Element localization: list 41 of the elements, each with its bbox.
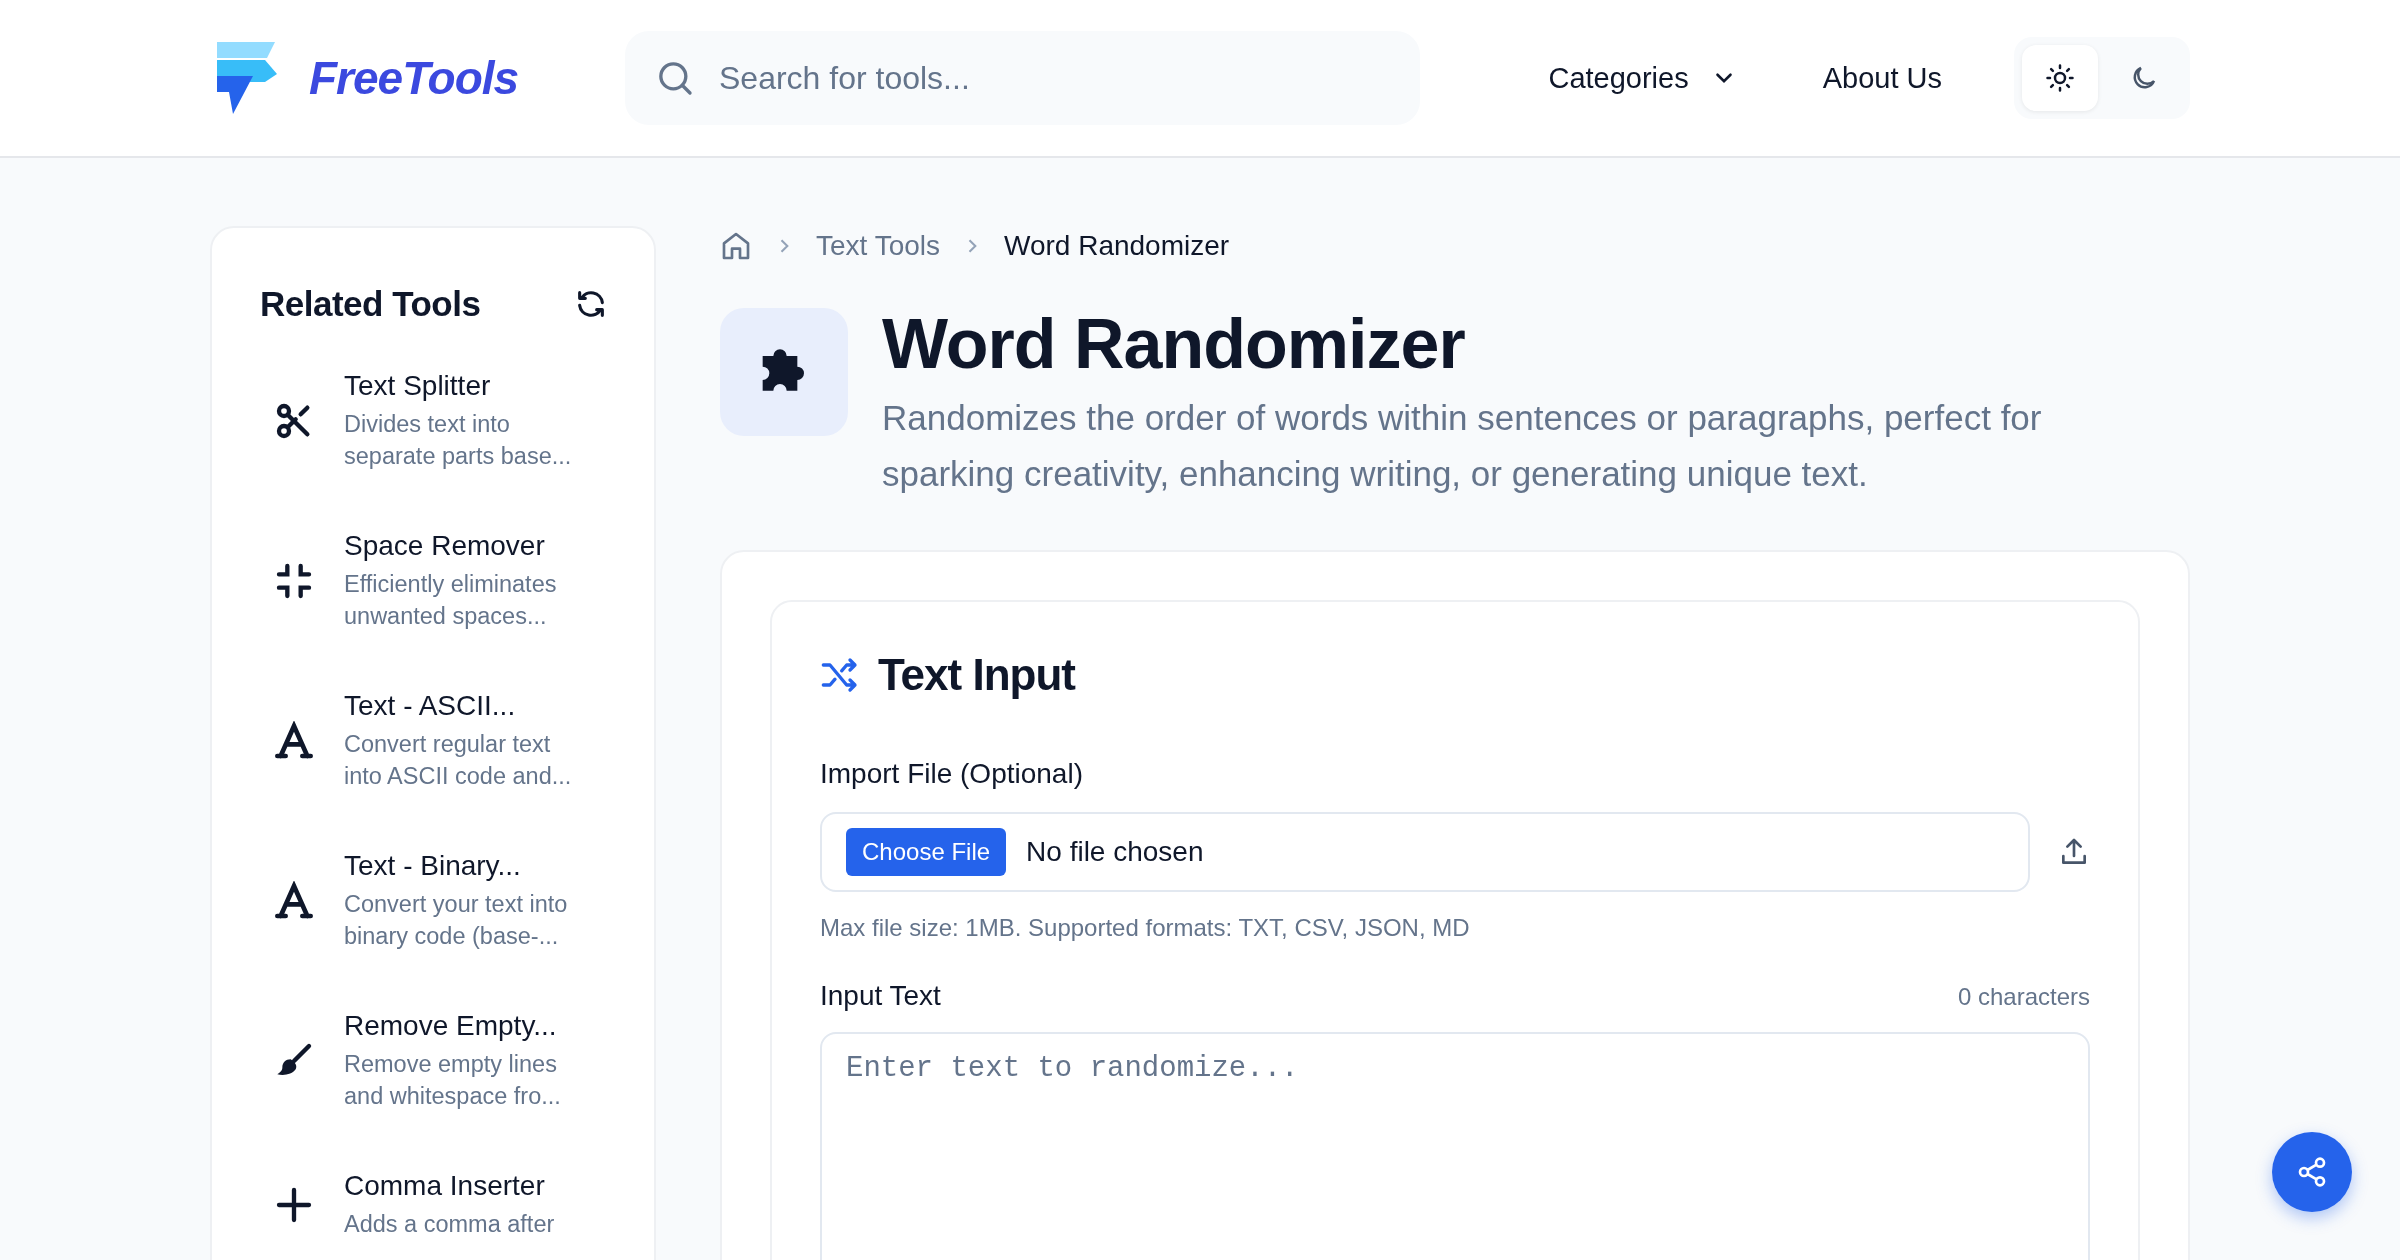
categories-dropdown[interactable]: Categories xyxy=(1548,61,1737,95)
field-label: Import File (Optional) xyxy=(820,758,1084,790)
plus-icon xyxy=(274,1185,314,1225)
logo-text[interactable]: FreeTools xyxy=(309,51,519,105)
page-title: Word Randomizer xyxy=(882,304,1466,384)
card-title: Text Input xyxy=(878,650,1075,700)
tool-description-text: Randomizes the order of words within sentences or paragraphs, perfect for sparking creativity, enhancing writing, or generating unique text. xyxy=(882,397,2043,495)
sun-icon xyxy=(2045,63,2075,93)
tool-description: Convert your text into binary code (base-... xyxy=(344,890,568,951)
tool-title[interactable]: Remove Empty... xyxy=(344,1010,561,1042)
hint-text: Max file size: 1MB. Supported formats: TXT, CSV, JSON, MD xyxy=(820,914,1471,942)
tool-description: Efficiently eliminates unwanted spaces... xyxy=(344,570,557,631)
file-status: No file chosen xyxy=(1026,836,1204,868)
tool-title[interactable]: Comma Inserter xyxy=(344,1170,555,1202)
tool-title[interactable]: Text - ASCII... xyxy=(344,690,572,722)
home-icon[interactable] xyxy=(720,230,752,262)
tool-description: Adds a comma after xyxy=(344,1210,555,1239)
search-field[interactable]: Search for tools... xyxy=(625,31,1420,125)
field-label: Input Text xyxy=(820,980,941,1012)
breadcrumb-current: Word Randomizer xyxy=(1004,230,1230,262)
character-count: 0 characters xyxy=(1957,983,2090,1011)
tool-description: Convert regular text into ASCII code and... xyxy=(344,730,572,791)
nav-link[interactable]: About Us xyxy=(1822,61,1942,95)
share-icon xyxy=(2296,1156,2328,1188)
light-mode-button[interactable] xyxy=(2022,45,2098,111)
sidebar-title: Related Tools xyxy=(260,284,481,324)
letter-a-icon xyxy=(274,881,314,921)
breadcrumb-link[interactable]: Text Tools xyxy=(816,230,940,262)
tool-title[interactable]: Text - Binary... xyxy=(344,850,568,882)
choose-file-button[interactable]: Choose File xyxy=(846,828,1007,876)
share-button[interactable] xyxy=(2272,1132,2352,1212)
shuffle-icon xyxy=(820,655,860,695)
file-input[interactable]: Choose File No file chosen xyxy=(820,812,2030,892)
compress-icon xyxy=(274,561,314,601)
tool-title[interactable]: Text Splitter xyxy=(344,370,572,402)
logo-icon xyxy=(215,42,279,114)
text-input-field[interactable]: Enter text to randomize... xyxy=(820,1032,2090,1260)
tool-description: Remove empty lines and whitespace fro... xyxy=(344,1050,561,1111)
tool-description: Divides text into separate parts base... xyxy=(344,410,572,471)
letter-a-icon xyxy=(274,721,314,761)
tool-title[interactable]: Space Remover xyxy=(344,530,557,562)
